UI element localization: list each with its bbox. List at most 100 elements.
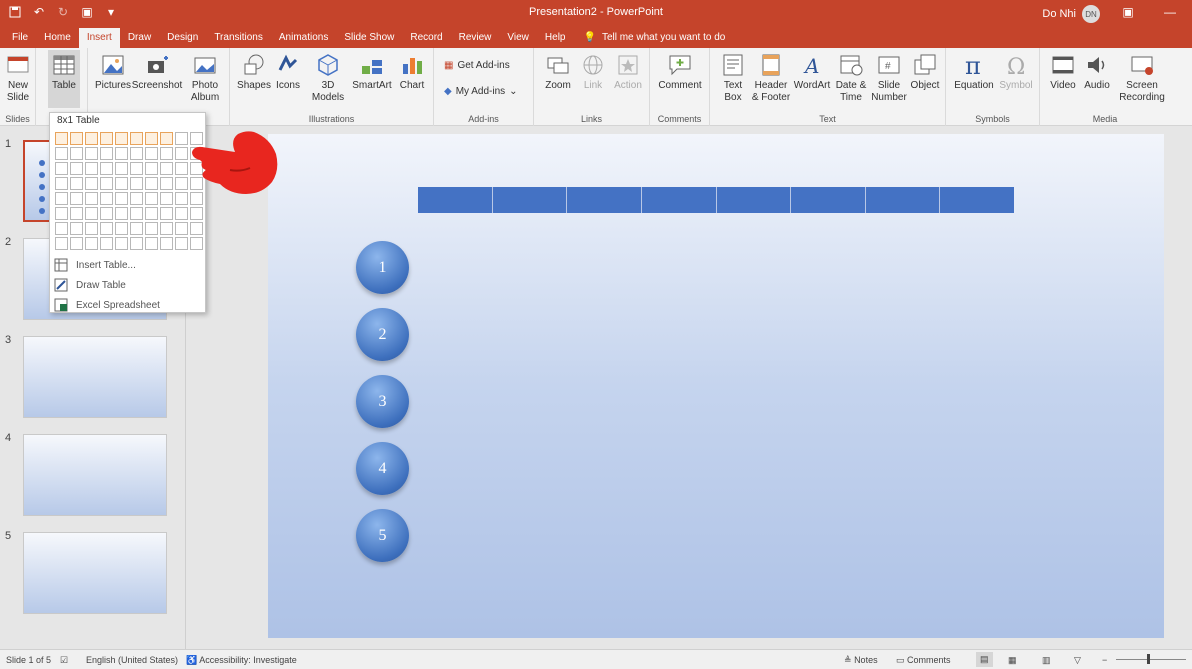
language-indicator[interactable]: English (United States): [86, 655, 178, 665]
table-grid-cell[interactable]: [85, 162, 98, 175]
table-grid-cell[interactable]: [145, 147, 158, 160]
table-size-grid[interactable]: [55, 132, 203, 250]
spellcheck-icon[interactable]: ☑: [60, 655, 68, 666]
tab-draw[interactable]: Draw: [120, 28, 159, 48]
table-grid-cell[interactable]: [190, 222, 203, 235]
action-button[interactable]: Action: [610, 52, 646, 92]
table-cell[interactable]: [567, 187, 642, 213]
shapes-button[interactable]: Shapes: [236, 52, 272, 92]
equation-button[interactable]: π Equation: [952, 52, 996, 92]
table-grid-cell[interactable]: [85, 222, 98, 235]
table-grid-cell[interactable]: [160, 132, 173, 145]
table-grid-cell[interactable]: [85, 237, 98, 250]
table-grid-cell[interactable]: [55, 147, 68, 160]
insert-table-item[interactable]: Insert Table...: [54, 256, 202, 274]
table-grid-cell[interactable]: [85, 147, 98, 160]
table-grid-cell[interactable]: [175, 192, 188, 205]
tab-insert[interactable]: Insert: [78, 28, 120, 48]
table-grid-cell[interactable]: [130, 177, 143, 190]
table-grid-cell[interactable]: [130, 222, 143, 235]
table-grid-cell[interactable]: [100, 147, 113, 160]
table-grid-cell[interactable]: [70, 207, 83, 220]
table-grid-cell[interactable]: [100, 162, 113, 175]
tab-view[interactable]: View: [499, 28, 537, 48]
symbol-button[interactable]: Ω Symbol: [996, 52, 1036, 92]
slide-thumbnail-3[interactable]: [23, 336, 167, 418]
table-cell[interactable]: [716, 187, 792, 213]
table-grid-cell[interactable]: [70, 162, 83, 175]
table-grid-cell[interactable]: [70, 237, 83, 250]
table-grid-cell[interactable]: [145, 162, 158, 175]
table-grid-cell[interactable]: [130, 162, 143, 175]
video-button[interactable]: Video: [1046, 52, 1080, 92]
icons-button[interactable]: Icons: [272, 52, 304, 92]
table-grid-cell[interactable]: [130, 192, 143, 205]
number-circle[interactable]: 2: [356, 308, 409, 361]
table-grid-cell[interactable]: [55, 177, 68, 190]
zoom-out-icon[interactable]: −: [1102, 655, 1107, 665]
slide-thumbnail-5[interactable]: [23, 532, 167, 614]
table-grid-cell[interactable]: [175, 207, 188, 220]
table-grid-cell[interactable]: [55, 192, 68, 205]
normal-view-icon[interactable]: ▤: [976, 652, 993, 667]
smartart-button[interactable]: SmartArt: [350, 52, 394, 92]
tell-me-search[interactable]: 💡 Tell me what you want to do: [573, 28, 725, 48]
table-grid-cell[interactable]: [85, 192, 98, 205]
table-cell[interactable]: [791, 187, 866, 213]
table-grid-cell[interactable]: [145, 177, 158, 190]
table-grid-cell[interactable]: [175, 132, 188, 145]
table-grid-cell[interactable]: [115, 237, 128, 250]
comment-button[interactable]: Comment: [656, 52, 704, 92]
pictures-button[interactable]: Pictures: [94, 52, 132, 92]
table-grid-cell[interactable]: [115, 222, 128, 235]
table-grid-cell[interactable]: [190, 207, 203, 220]
table-grid-cell[interactable]: [100, 207, 113, 220]
table-cell[interactable]: [940, 187, 1014, 213]
text-box-button[interactable]: Text Box: [716, 52, 750, 104]
table-cell[interactable]: [641, 187, 717, 213]
table-grid-cell[interactable]: [70, 222, 83, 235]
table-grid-cell[interactable]: [175, 162, 188, 175]
table-grid-cell[interactable]: [55, 162, 68, 175]
ribbon-display-icon[interactable]: ▣: [1118, 3, 1138, 21]
new-slide-button[interactable]: New Slide: [3, 52, 33, 104]
tab-record[interactable]: Record: [402, 28, 450, 48]
number-circle[interactable]: 4: [356, 442, 409, 495]
date-time-button[interactable]: Date & Time: [832, 52, 870, 104]
table-grid-cell[interactable]: [145, 222, 158, 235]
table-grid-cell[interactable]: [55, 207, 68, 220]
number-circle[interactable]: 1: [356, 241, 409, 294]
number-circle[interactable]: 5: [356, 509, 409, 562]
table-grid-cell[interactable]: [85, 177, 98, 190]
table-grid-cell[interactable]: [160, 222, 173, 235]
table-grid-cell[interactable]: [175, 177, 188, 190]
slideshow-icon[interactable]: ▽: [1074, 655, 1081, 666]
table-grid-cell[interactable]: [175, 222, 188, 235]
tab-animations[interactable]: Animations: [271, 28, 336, 48]
table-grid-cell[interactable]: [160, 207, 173, 220]
table-grid-cell[interactable]: [130, 147, 143, 160]
table-grid-cell[interactable]: [160, 147, 173, 160]
tab-review[interactable]: Review: [451, 28, 500, 48]
screen-recording-button[interactable]: Screen Recording: [1116, 52, 1168, 104]
tab-transitions[interactable]: Transitions: [206, 28, 271, 48]
accessibility-indicator[interactable]: ♿ Accessibility: Investigate: [186, 655, 297, 666]
photo-album-button[interactable]: Photo Album: [184, 52, 226, 104]
table-grid-cell[interactable]: [115, 147, 128, 160]
table-cell[interactable]: [418, 187, 493, 213]
reading-view-icon[interactable]: ▥: [1042, 655, 1051, 666]
table-grid-cell[interactable]: [100, 222, 113, 235]
table-grid-cell[interactable]: [55, 222, 68, 235]
tab-slide-show[interactable]: Slide Show: [336, 28, 402, 48]
table-grid-cell[interactable]: [55, 132, 68, 145]
table-grid-cell[interactable]: [100, 237, 113, 250]
table-grid-cell[interactable]: [115, 207, 128, 220]
my-addins-button[interactable]: ◆ My Add-ins ⌄: [444, 86, 518, 97]
header-footer-button[interactable]: Header & Footer: [750, 52, 792, 104]
get-addins-button[interactable]: ▦ Get Add-ins: [444, 60, 510, 71]
slide-sorter-icon[interactable]: ▦: [1008, 655, 1017, 666]
table-grid-cell[interactable]: [70, 147, 83, 160]
tab-file[interactable]: File: [4, 28, 36, 48]
table-cell[interactable]: [865, 187, 941, 213]
screenshot-button[interactable]: Screenshot: [132, 52, 182, 92]
